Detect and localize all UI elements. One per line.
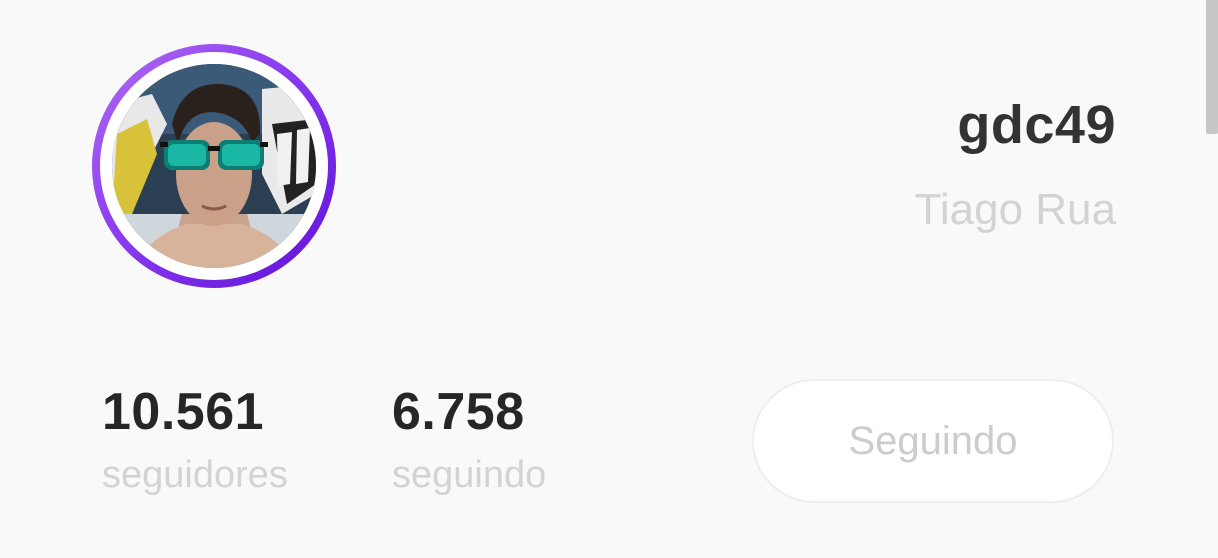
followers-label: seguidores — [102, 454, 288, 496]
avatar-frame — [100, 52, 328, 280]
following-button[interactable]: Seguindo — [752, 379, 1114, 503]
following-label: seguindo — [392, 454, 547, 496]
avatar[interactable] — [112, 64, 316, 268]
scrollbar-thumb[interactable] — [1206, 0, 1218, 134]
username: gdc49 — [957, 95, 1116, 155]
followers-count: 10.561 — [102, 383, 265, 441]
story-ring[interactable] — [92, 44, 336, 288]
following-stat[interactable]: 6.758 seguindo — [392, 386, 546, 494]
avatar-photo-icon — [112, 64, 316, 268]
following-count: 6.758 — [392, 383, 525, 441]
followers-stat[interactable]: 10.561 seguidores — [102, 386, 288, 494]
display-name: Tiago Rua — [914, 185, 1116, 234]
